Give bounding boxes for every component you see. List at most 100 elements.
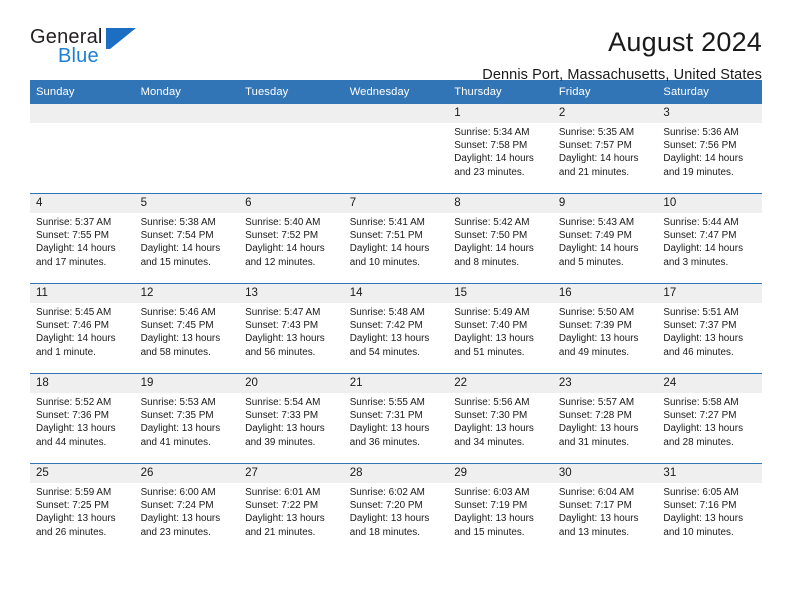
calendar-day-cell[interactable]: 8 Sunrise: 5:42 AM Sunset: 7:50 PM Daylight… (448, 194, 553, 283)
calendar-day-cell[interactable]: 15 Sunrise: 5:49 AM Sunset: 7:40 PM Dayligh… (448, 284, 553, 373)
day-number: 26 (134, 464, 240, 483)
calendar-day-cell[interactable]: 3 Sunrise: 5:36 AM Sunset: 7:56 PM Daylight… (657, 104, 762, 193)
calendar-day-cell[interactable]: 19 Sunrise: 5:53 AM Sunset: 7:35 PM Dayligh… (134, 374, 240, 463)
sunrise-time: Sunrise: 6:00 AM (140, 487, 216, 498)
sunrise-time: Sunrise: 5:56 AM (454, 397, 530, 408)
calendar-day-cell[interactable]: 25 Sunrise: 5:59 AM Sunset: 7:25 PM Dayligh… (30, 464, 135, 553)
calendar-day-cell[interactable]: 13 Sunrise: 5:47 AM Sunset: 7:43 PM Dayligh… (239, 284, 344, 373)
daylight-line-2: and 21 minutes. (245, 526, 316, 538)
sunrise-time: Sunrise: 5:51 AM (663, 307, 739, 318)
calendar-week-row: 1 Sunrise: 5:34 AM Sunset: 7:58 PM Daylight… (30, 104, 762, 193)
calendar-day-cell[interactable]: 6 Sunrise: 5:40 AM Sunset: 7:52 PM Daylight… (239, 194, 344, 283)
day-number (343, 104, 449, 123)
calendar-day-cell[interactable]: 14 Sunrise: 5:48 AM Sunset: 7:42 PM Dayligh… (343, 284, 449, 373)
day-number: 28 (343, 464, 449, 483)
sunset-time: Sunset: 7:52 PM (245, 230, 319, 242)
sunset-time: Sunset: 7:50 PM (454, 230, 528, 242)
day-number: 11 (30, 284, 135, 303)
day-sun-info: Sunrise: 5:52 AM Sunset: 7:36 PM Daylight:… (30, 393, 135, 449)
daylight-line-1: Daylight: 14 hours (349, 243, 430, 255)
calendar-week-row: 4 Sunrise: 5:37 AM Sunset: 7:55 PM Daylight… (30, 193, 762, 283)
sunrise-time: Sunrise: 5:43 AM (558, 217, 635, 228)
calendar-day-cell[interactable]: 16 Sunrise: 5:50 AM Sunset: 7:39 PM Dayligh… (552, 284, 658, 373)
sunrise-time: Sunrise: 5:37 AM (36, 217, 112, 228)
sunrise-time: Sunrise: 6:05 AM (663, 487, 739, 498)
calendar-day-cell[interactable]: 1 Sunrise: 5:34 AM Sunset: 7:58 PM Daylight… (448, 104, 553, 193)
general-blue-logo[interactable]: General Blue (30, 26, 148, 72)
calendar-day-cell[interactable]: 18 Sunrise: 5:52 AM Sunset: 7:36 PM Dayligh… (30, 374, 135, 463)
daylight-line-2: and 12 minutes. (245, 256, 316, 268)
daylight-line-2: and 15 minutes. (140, 256, 211, 268)
day-sun-info: Sunrise: 5:44 AM Sunset: 7:47 PM Daylight:… (657, 213, 762, 269)
daylight-line-2: and 51 minutes. (454, 346, 525, 358)
calendar-day-cell[interactable]: 5 Sunrise: 5:38 AM Sunset: 7:54 PM Daylight… (134, 194, 240, 283)
calendar-day-cell[interactable]: 9 Sunrise: 5:43 AM Sunset: 7:49 PM Daylight… (552, 194, 658, 283)
day-number: 5 (134, 194, 240, 213)
day-sun-info: Sunrise: 5:38 AM Sunset: 7:54 PM Daylight:… (135, 213, 240, 269)
daylight-line-2: and 15 minutes. (454, 526, 525, 538)
day-sun-info: Sunrise: 5:36 AM Sunset: 7:56 PM Daylight:… (657, 123, 762, 179)
calendar-day-cell[interactable]: 26 Sunrise: 6:00 AM Sunset: 7:24 PM Dayligh… (134, 464, 240, 553)
calendar-day-cell[interactable]: 31 Sunrise: 6:05 AM Sunset: 7:16 PM Dayligh… (657, 464, 762, 553)
sunset-time: Sunset: 7:22 PM (245, 500, 319, 512)
daylight-line-2: and 3 minutes. (663, 256, 729, 268)
day-number: 4 (30, 194, 135, 213)
calendar-day-cell[interactable]: 27 Sunrise: 6:01 AM Sunset: 7:22 PM Dayligh… (239, 464, 344, 553)
day-number: 31 (657, 464, 762, 483)
calendar-day-cell[interactable]: 17 Sunrise: 5:51 AM Sunset: 7:37 PM Dayligh… (657, 284, 762, 373)
sunset-time: Sunset: 7:19 PM (454, 500, 528, 512)
sunset-time: Sunset: 7:58 PM (454, 140, 528, 152)
day-number: 13 (239, 284, 344, 303)
calendar-day-cell[interactable]: 4 Sunrise: 5:37 AM Sunset: 7:55 PM Daylight… (30, 194, 135, 283)
day-sun-info: Sunrise: 5:37 AM Sunset: 7:55 PM Daylight:… (30, 213, 135, 269)
day-sun-info: Sunrise: 5:47 AM Sunset: 7:43 PM Daylight:… (239, 303, 344, 359)
sunrise-time: Sunrise: 5:52 AM (36, 397, 112, 408)
calendar-day-cell[interactable]: 23 Sunrise: 5:57 AM Sunset: 7:28 PM Dayligh… (552, 374, 658, 463)
sunrise-time: Sunrise: 5:54 AM (245, 397, 321, 408)
sunset-time: Sunset: 7:31 PM (349, 410, 423, 422)
calendar-day-cell[interactable]: 29 Sunrise: 6:03 AM Sunset: 7:19 PM Dayligh… (448, 464, 553, 553)
sunset-time: Sunset: 7:16 PM (663, 500, 737, 512)
calendar-day-cell[interactable]: 11 Sunrise: 5:45 AM Sunset: 7:46 PM Dayligh… (30, 284, 135, 373)
calendar-day-cell[interactable]: 21 Sunrise: 5:55 AM Sunset: 7:31 PM Dayligh… (343, 374, 449, 463)
sunset-time: Sunset: 7:49 PM (558, 230, 632, 242)
daylight-line-1: Daylight: 13 hours (558, 333, 639, 345)
daylight-line-2: and 17 minutes. (36, 256, 107, 268)
daylight-line-2: and 8 minutes. (454, 256, 520, 268)
calendar-day-cell[interactable]: 28 Sunrise: 6:02 AM Sunset: 7:20 PM Dayligh… (343, 464, 449, 553)
daylight-line-1: Daylight: 13 hours (349, 513, 430, 525)
calendar-day-cell[interactable]: 7 Sunrise: 5:41 AM Sunset: 7:51 PM Daylight… (343, 194, 449, 283)
daylight-line-1: Daylight: 14 hours (36, 243, 116, 255)
daylight-line-1: Daylight: 14 hours (140, 243, 221, 255)
day-number: 16 (552, 284, 658, 303)
calendar-day-cell[interactable]: 24 Sunrise: 5:58 AM Sunset: 7:27 PM Dayligh… (657, 374, 762, 463)
daylight-line-2: and 54 minutes. (349, 346, 420, 358)
sunset-time: Sunset: 7:43 PM (245, 320, 319, 332)
calendar-day-cell[interactable]: 22 Sunrise: 5:56 AM Sunset: 7:30 PM Dayligh… (448, 374, 553, 463)
sunset-time: Sunset: 7:25 PM (36, 500, 110, 512)
calendar-week-row: 18 Sunrise: 5:52 AM Sunset: 7:36 PM Dayligh… (30, 373, 762, 463)
sunrise-time: Sunrise: 5:50 AM (558, 307, 635, 318)
daylight-line-2: and 34 minutes. (454, 436, 525, 448)
sunset-time: Sunset: 7:17 PM (558, 500, 632, 512)
day-number: 8 (448, 194, 553, 213)
daylight-line-1: Daylight: 14 hours (663, 153, 744, 165)
daylight-line-2: and 58 minutes. (140, 346, 211, 358)
calendar-day-cell[interactable]: 10 Sunrise: 5:44 AM Sunset: 7:47 PM Dayligh… (657, 194, 762, 283)
daylight-line-2: and 10 minutes. (663, 526, 734, 538)
day-sun-info: Sunrise: 5:56 AM Sunset: 7:30 PM Daylight:… (448, 393, 553, 449)
day-sun-info: Sunrise: 6:04 AM Sunset: 7:17 PM Daylight:… (553, 483, 658, 539)
daylight-line-1: Daylight: 14 hours (558, 153, 639, 165)
weekday-friday: Friday (558, 86, 591, 98)
daylight-line-2: and 41 minutes. (140, 436, 211, 448)
day-number: 27 (239, 464, 344, 483)
calendar-day-cell[interactable]: 30 Sunrise: 6:04 AM Sunset: 7:17 PM Dayligh… (552, 464, 658, 553)
calendar-day-cell[interactable]: 12 Sunrise: 5:46 AM Sunset: 7:45 PM Dayligh… (134, 284, 240, 373)
day-sun-info: Sunrise: 5:51 AM Sunset: 7:37 PM Daylight:… (657, 303, 762, 359)
daylight-line-1: Daylight: 13 hours (140, 513, 221, 525)
daylight-line-2: and 56 minutes. (245, 346, 316, 358)
daylight-line-1: Daylight: 13 hours (558, 423, 639, 435)
calendar-day-cell[interactable]: 20 Sunrise: 5:54 AM Sunset: 7:33 PM Dayligh… (239, 374, 344, 463)
sunset-time: Sunset: 7:40 PM (454, 320, 528, 332)
calendar-day-cell[interactable]: 2 Sunrise: 5:35 AM Sunset: 7:57 PM Daylight… (552, 104, 658, 193)
